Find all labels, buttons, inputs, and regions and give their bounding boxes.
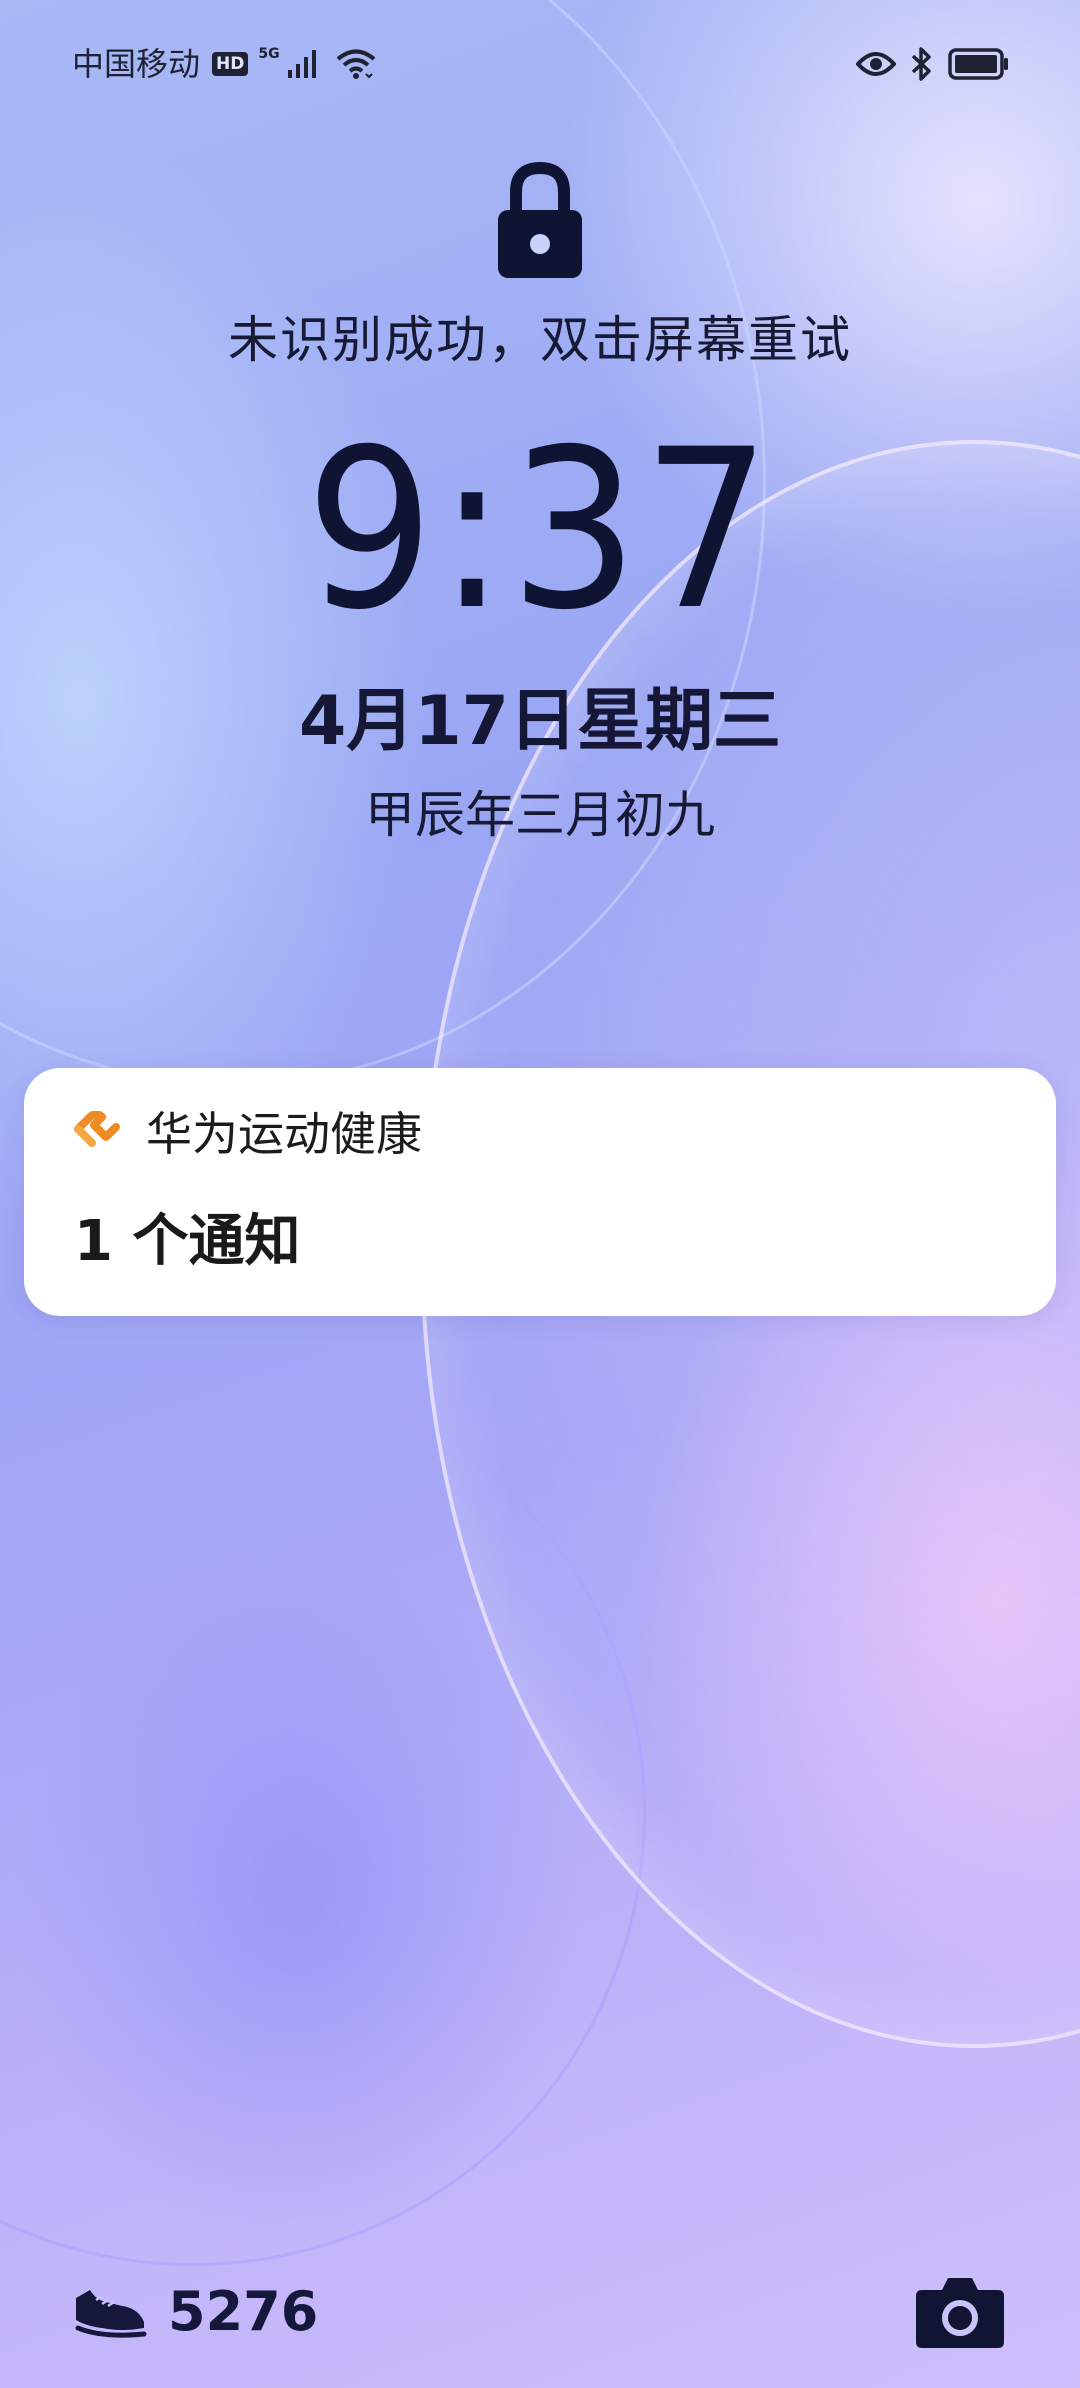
date-label: 4月17日星期三 xyxy=(299,682,781,761)
lock-screen[interactable]: 中国移动 HD 5G 未识别成功，双击屏幕重试 9:37 4月17日星期三 甲辰… xyxy=(0,0,1080,2388)
hd-badge: HD xyxy=(212,52,249,76)
notification-summary: 1 个通知 xyxy=(74,1209,301,1274)
eye-icon xyxy=(856,52,896,76)
signal-bars-icon xyxy=(287,50,316,78)
notification-card[interactable]: 华为运动健康 1 个通知 xyxy=(24,1068,1056,1316)
sneaker-icon xyxy=(75,2289,147,2338)
lock-icon xyxy=(498,161,582,278)
step-counter[interactable]: 5276 xyxy=(72,2280,318,2343)
bluetooth-icon xyxy=(911,47,931,81)
wifi-icon xyxy=(336,49,375,79)
battery-icon xyxy=(948,48,1008,80)
lunar-date-label: 甲辰年三月初九 xyxy=(365,786,715,844)
unlock-hint: 未识别成功，双击屏幕重试 xyxy=(228,311,852,369)
status-right xyxy=(856,46,1010,82)
huawei-health-icon xyxy=(74,1111,120,1147)
clock-time: 9:37 xyxy=(305,402,775,658)
carrier-name: 中国移动 xyxy=(72,45,201,83)
status-bar: 中国移动 HD 5G xyxy=(0,0,1080,130)
steps-count: 5276 xyxy=(168,2280,319,2343)
notification-header: 华为运动健康 xyxy=(74,1098,422,1164)
network-type: 5G xyxy=(258,46,280,62)
notification-app-name: 华为运动健康 xyxy=(146,1107,422,1161)
carrier-info: 中国移动 HD 5G xyxy=(72,44,376,84)
camera-icon[interactable] xyxy=(914,2272,1006,2350)
